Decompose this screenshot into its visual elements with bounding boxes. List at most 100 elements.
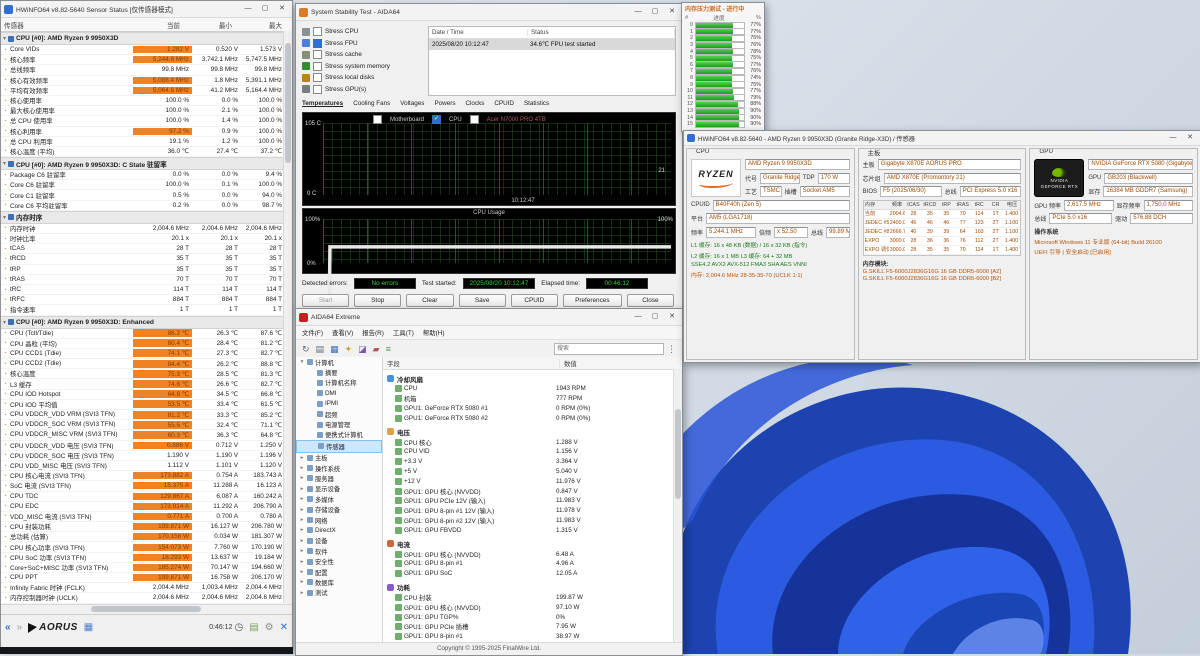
tree-item[interactable]: 便携式计算机 [296, 430, 382, 440]
sensor-row[interactable]: CPU VDDCR_MISC VRM (SVI3 TFN) 60.3 ℃ 36.… [1, 430, 292, 440]
more-icon[interactable]: ⋮ [667, 344, 676, 355]
stress-test-row[interactable]: Stress FPU [302, 38, 426, 50]
history-icon[interactable]: ≡ [386, 344, 391, 354]
report-icon[interactable]: ▤ [249, 622, 258, 633]
close-sensors-icon[interactable]: ✕ [280, 622, 288, 633]
refresh-icon[interactable]: ↻ [302, 344, 310, 355]
tree-item[interactable]: ▸ 操作系统 [296, 463, 382, 473]
minimize-button[interactable]: — [241, 3, 255, 15]
scrollbar-thumb[interactable] [91, 606, 201, 612]
sensor-value-row[interactable]: CPU 封装 199.87 W [383, 593, 682, 603]
sensor-row[interactable]: 内存时钟 2,004.6 MHz 2,004.6 MHz 2,004.6 MHz [1, 224, 292, 234]
sensor-row[interactable]: 总 CPU 利用率 19.1 % 1.2 % 100.0 % [1, 137, 292, 147]
stability-tab[interactable]: Powers [434, 100, 455, 107]
expand-icon[interactable]: ▸ [299, 579, 305, 585]
sensor-row[interactable]: 总功耗 (估算) 170.158 W 0.034 W 181.307 W [1, 532, 292, 542]
tree-item[interactable]: 电源管理 [296, 419, 382, 429]
stability-tab[interactable]: CPUID [494, 100, 514, 107]
tree-item[interactable]: 摘要 [296, 367, 382, 377]
sensor-value-row[interactable]: GPU1: GPU 8-pin #2 12V (输入) 11.983 V [383, 516, 682, 526]
tree-item[interactable]: ▸ 多媒体 [296, 494, 382, 504]
sensor-row[interactable]: CPU CCD2 (Tdie) 84.4 ℃ 26.2 ℃ 88.8 ℃ [1, 359, 292, 369]
col-max[interactable]: 最大 [235, 20, 292, 30]
sensor-row[interactable]: tRP 35 T 35 T 35 T [1, 265, 292, 275]
expand-icon[interactable]: ▸ [299, 507, 305, 513]
sensor-row[interactable]: CPU IOD Hotspot 64.8 ℃ 34.5 ℃ 66.8 ℃ [1, 390, 292, 400]
tree-item[interactable]: ▸ 测试 [296, 588, 382, 598]
expand-all-icon[interactable]: » [17, 622, 23, 633]
close-button[interactable]: ✕ [1183, 132, 1197, 144]
maximize-button[interactable]: ▢ [258, 3, 272, 15]
sensor-value-row[interactable]: GPU1: GPU 8-pin #1 38.97 W [383, 632, 682, 642]
tree-item[interactable]: ▸ 数据库 [296, 577, 382, 587]
tree-item[interactable]: 传感器 [296, 440, 382, 452]
tree-item[interactable]: ▸ 存储设备 [296, 504, 382, 514]
report-icon[interactable]: ▤ [316, 344, 325, 355]
sensor-row[interactable]: CPU 晶粒 (平均) 80.4 ℃ 28.4 ℃ 81.2 ℃ [1, 339, 292, 349]
computer-icon[interactable]: ▦ [330, 344, 339, 355]
sensor-value-row[interactable]: 机箱 777 RPM [383, 394, 682, 404]
collapse-all-icon[interactable]: « [5, 622, 11, 633]
sensor-value-row[interactable]: GPU1: GPU PCIe 插槽 7.95 W [383, 622, 682, 632]
sensor-value-row[interactable]: GPU1: GeForce RTX 5080 #2 0 RPM (0%) [383, 413, 682, 423]
sensor-row[interactable]: CPU 封装功耗 199.871 W 16.127 W 206.780 W [1, 522, 292, 532]
save-button[interactable]: Save [459, 294, 506, 307]
sensor-row[interactable]: CPU 核心功率 (SVI3 TFN) 154.073 W 7.760 W 17… [1, 542, 292, 552]
col-sensor[interactable]: 传感器 [1, 20, 121, 30]
collapse-icon[interactable]: ▾ [3, 214, 6, 221]
search-input[interactable] [554, 343, 664, 355]
minimize-button[interactable]: — [631, 311, 645, 323]
sensor-row[interactable]: 核心频率 5,244.8 MHz 3,742.1 MHz 5,747.5 MHz [1, 55, 292, 65]
sensor-row[interactable]: Core C6 驻留率 100.0 % 0.1 % 100.0 % [1, 180, 292, 190]
tree-item[interactable]: ▸ 显示设备 [296, 484, 382, 494]
stability-tab[interactable]: Cooling Fans [353, 100, 390, 107]
sensor-row[interactable]: CPU TDC 129.867 A 6.087 A 160.242 A [1, 492, 292, 502]
sensor-row[interactable]: VDD_MISC 电流 (SVI3 TFN) 0.771 A 0.700 A 0… [1, 512, 292, 522]
scrollbar-thumb[interactable] [285, 43, 291, 163]
sensor-section-header[interactable]: ▾ CPU [#0]: AMD Ryzen 9 9950X3D [1, 32, 292, 45]
sensor-row[interactable]: tRC 114 T 114 T 114 T [1, 285, 292, 295]
col-value[interactable]: 数值 [560, 359, 682, 368]
menu-item[interactable]: 工具(T) [393, 328, 414, 337]
layout-icon[interactable]: ▦ [84, 622, 93, 633]
tree-item[interactable]: ▸ DirectX [296, 525, 382, 535]
sensor-row[interactable]: Core C6 平均驻留率 0.2 % 0.0 % 98.7 % [1, 201, 292, 211]
cpuid-button[interactable]: CPUID [511, 294, 558, 307]
sensor-value-row[interactable]: GPU1: GPU PCIe 12V (输入) 11.983 V [383, 496, 682, 506]
sensor-row[interactable]: CPU 核心电流 (SVI3 TFN) 173.882 A 0.754 A 18… [1, 471, 292, 481]
tree-item[interactable]: 计算机名称 [296, 378, 382, 388]
tools-icon[interactable]: ▰ [373, 344, 380, 355]
tree-item[interactable]: ▸ 主板 [296, 453, 382, 463]
sensor-row[interactable]: Infinity Fabric 时钟 (FCLK) 2,004.4 MHz 1,… [1, 583, 292, 593]
scrollbar-thumb[interactable] [675, 409, 681, 499]
tree-item[interactable]: ▸ 网络 [296, 515, 382, 525]
sensor-value-row[interactable]: +5 V 5.040 V [383, 467, 682, 477]
sensor-row[interactable]: 核心使用率 100.0 % 0.0 % 100.0 % [1, 96, 292, 106]
start-button[interactable]: Start [302, 294, 349, 307]
sensor-value-row[interactable]: GPU1: GPU 核心 (NVVDD) 6.48 A [383, 549, 682, 559]
sensor-value-row[interactable]: GPU1: GPU 8-pin #1 4.96 A [383, 559, 682, 569]
sensor-row[interactable]: 指令速率 1 T 1 T 1 T [1, 305, 292, 315]
sensor-row[interactable]: CPU (Tctl/Tdie) 86.2 ℃ 26.3 ℃ 87.6 ℃ [1, 329, 292, 339]
sensor-row[interactable]: tRCD 35 T 35 T 35 T [1, 254, 292, 264]
sensor-row[interactable]: CPU VDDCR_VDD 电压 (SVI3 TFN) 0.886 V 0.71… [1, 441, 292, 451]
sensor-row[interactable]: 平均有效频率 5,064.6 MHz 41.2 MHz 5,164.4 MHz [1, 86, 292, 96]
close-button[interactable]: ✕ [665, 311, 679, 323]
tree-item[interactable]: ▾ 计算机 [296, 357, 382, 367]
close-test-button[interactable]: Close [627, 294, 674, 307]
stability-tab[interactable]: Clocks [465, 100, 484, 107]
sensor-value-row[interactable]: GPU1: GeForce RTX 5080 #1 0 RPM (0%) [383, 404, 682, 414]
close-button[interactable]: ✕ [665, 6, 679, 18]
sensor-row[interactable]: 时钟比率 20.1 x 20.1 x 20.1 x [1, 234, 292, 244]
expand-icon[interactable]: ▸ [299, 486, 305, 492]
sensor-value-row[interactable]: +12 V 11.976 V [383, 476, 682, 486]
test-checkbox[interactable] [313, 62, 322, 71]
sensor-row[interactable]: Core VIDs 1.282 V 0.520 V 1.573 V [1, 45, 292, 55]
collapse-icon[interactable]: ▾ [3, 319, 6, 326]
test-checkbox[interactable] [313, 73, 322, 82]
sensor-row[interactable]: 总 CPU 使用率 100.0 % 1.4 % 100.0 % [1, 116, 292, 126]
sensor-row[interactable]: 核心温度 75.3 ℃ 28.5 ℃ 81.3 ℃ [1, 369, 292, 379]
sensor-row[interactable]: 内存控制器时钟 (UCLK) 2,004.6 MHz 2,004.6 MHz 2… [1, 593, 292, 603]
log-row[interactable]: 2025/08/20 10:12:47 34.6℃ FPU test start… [429, 39, 675, 50]
expand-icon[interactable]: ▸ [299, 475, 305, 481]
